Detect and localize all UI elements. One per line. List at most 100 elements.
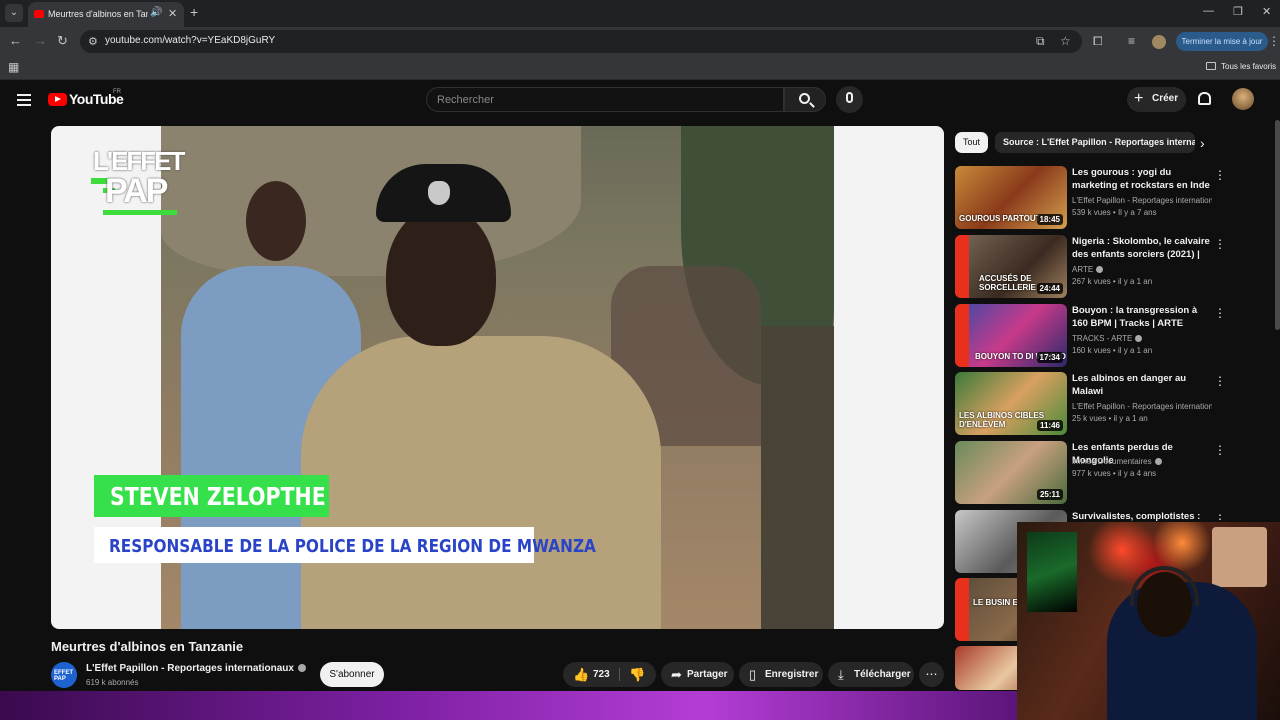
tab-close-icon[interactable]: ✕ bbox=[168, 7, 177, 20]
thumbs-up-icon[interactable]: 👍 bbox=[573, 662, 589, 687]
recommendation-title[interactable]: Les gourous : yogi du marketing et rocks… bbox=[1072, 166, 1210, 192]
tab-title: Meurtres d'albinos en Tanzanie bbox=[48, 9, 148, 19]
video-thumbnail[interactable]: 25:11 bbox=[955, 441, 1067, 504]
recommendation-channel-row[interactable]: imineo Documentaires bbox=[1072, 457, 1212, 466]
extensions-puzzle-icon[interactable]: ⧠ bbox=[1093, 34, 1103, 49]
reading-list-icon[interactable]: ≡ bbox=[1128, 34, 1135, 48]
video-title: Meurtres d'albinos en Tanzanie bbox=[51, 639, 244, 654]
update-browser-button[interactable]: Terminer la mise à jour bbox=[1176, 32, 1268, 51]
item-menu-icon[interactable]: ⋮ bbox=[1214, 374, 1226, 388]
recommendation-channel[interactable]: imineo Documentaires bbox=[1072, 457, 1152, 466]
recommendation-channel[interactable]: TRACKS - ARTE bbox=[1072, 334, 1132, 343]
subscribe-button[interactable]: S'abonner bbox=[320, 662, 384, 687]
recommendation-item[interactable]: LES ALBINOS CIBLES D'ENLÈVEM 11:46 Les a… bbox=[955, 372, 1226, 436]
video-thumbnail[interactable]: BOUYON TO DI WORLD 17:34 bbox=[955, 304, 1067, 367]
site-info-icon[interactable]: ⚙ bbox=[88, 35, 98, 48]
reload-icon[interactable]: ↻ bbox=[57, 34, 68, 48]
country-code: FR bbox=[113, 89, 121, 95]
like-divider bbox=[619, 668, 620, 681]
channel-name[interactable]: L'Effet Papillon - Reportages internatio… bbox=[86, 663, 294, 674]
install-app-icon[interactable]: ⧉ bbox=[1036, 34, 1045, 49]
browser-menu-icon[interactable]: ⋮ bbox=[1268, 34, 1280, 48]
voice-search-button[interactable] bbox=[836, 86, 863, 113]
url-text[interactable]: youtube.com/watch?v=YEaKD8jGuRY bbox=[105, 35, 275, 46]
address-bar[interactable]: ⚙ youtube.com/watch?v=YEaKD8jGuRY ⧉ ☆ bbox=[80, 30, 1082, 53]
all-bookmarks-link[interactable]: Tous les favoris bbox=[1221, 62, 1276, 71]
maximize-window-icon[interactable]: ❐ bbox=[1233, 5, 1243, 18]
recommendation-meta: 267 k vues • il y a 1 an bbox=[1072, 277, 1153, 286]
recommendation-title[interactable]: Bouyon : la transgression à 160 BPM | Tr… bbox=[1072, 304, 1210, 330]
video-thumbnail[interactable]: GOUROUS PARTOUT 18:45 bbox=[955, 166, 1067, 229]
apps-grid-icon[interactable]: ▦ bbox=[8, 60, 19, 74]
thumbs-down-icon[interactable]: 👎 bbox=[629, 662, 645, 687]
browser-toolbar: ← → ↻ ⚙ youtube.com/watch?v=YEaKD8jGuRY … bbox=[0, 27, 1280, 56]
verified-badge-icon bbox=[1154, 458, 1162, 465]
forward-arrow-icon[interactable]: → bbox=[34, 34, 47, 48]
page-scrollbar[interactable] bbox=[1275, 120, 1280, 330]
chevron-right-icon[interactable]: › bbox=[1200, 135, 1205, 151]
recommendation-channel[interactable]: ARTE bbox=[1072, 265, 1093, 274]
active-tab[interactable]: Meurtres d'albinos en Tanzanie 🔊 ✕ bbox=[28, 2, 184, 27]
bookmark-icon: ▯ bbox=[749, 667, 757, 682]
like-dislike-group: 👍 723 👎 bbox=[563, 662, 656, 687]
recommendation-item[interactable]: ACCUSÉS DE SORCELLERIE 24:44 Nigeria : S… bbox=[955, 235, 1226, 299]
guide-menu-icon[interactable] bbox=[17, 94, 31, 106]
save-button[interactable]: ▯ Enregistrer bbox=[739, 662, 823, 687]
item-menu-icon[interactable]: ⋮ bbox=[1214, 237, 1226, 251]
video-thumbnail[interactable]: ACCUSÉS DE SORCELLERIE 24:44 bbox=[955, 235, 1067, 298]
police-officer bbox=[301, 336, 661, 629]
recommendation-channel-row[interactable]: ARTE bbox=[1072, 265, 1212, 274]
search-input[interactable]: Rechercher bbox=[426, 87, 784, 112]
download-icon: ⤓ bbox=[838, 667, 844, 682]
recommendation-item[interactable]: 25:11 Les enfants perdus de Mongolie imi… bbox=[955, 441, 1226, 505]
microphone-icon bbox=[846, 92, 853, 103]
recommendation-item[interactable]: BOUYON TO DI WORLD 17:34 Bouyon : la tra… bbox=[955, 304, 1226, 368]
download-button[interactable]: ⤓ Télécharger bbox=[828, 662, 914, 687]
duration-badge: 11:46 bbox=[1036, 420, 1063, 431]
account-avatar[interactable] bbox=[1232, 88, 1254, 110]
arte-brand-strip bbox=[955, 304, 969, 367]
duration-badge: 25:11 bbox=[1036, 489, 1063, 500]
channel-name-link[interactable]: L'Effet Papillon - Reportages internatio… bbox=[86, 663, 306, 674]
minimize-window-icon[interactable]: — bbox=[1203, 5, 1214, 17]
logo-bottom-text: PAP bbox=[105, 172, 168, 210]
chip-source[interactable]: Source : L'Effet Papillon - Reportages i… bbox=[995, 132, 1195, 153]
item-menu-icon[interactable]: ⋮ bbox=[1214, 168, 1226, 182]
recommendation-channel-row[interactable]: TRACKS - ARTE bbox=[1072, 334, 1212, 343]
notifications-bell-icon[interactable] bbox=[1198, 92, 1211, 105]
bookmark-star-icon[interactable]: ☆ bbox=[1060, 34, 1071, 48]
duration-badge: 18:45 bbox=[1036, 214, 1063, 225]
item-menu-icon[interactable]: ⋮ bbox=[1214, 306, 1226, 320]
tab-search-button[interactable]: ⌄ bbox=[5, 4, 23, 22]
subscriber-count: 619 k abonnés bbox=[86, 678, 139, 687]
thatched-roof bbox=[161, 126, 581, 276]
duration-badge: 17:34 bbox=[1036, 352, 1063, 363]
like-count[interactable]: 723 bbox=[593, 662, 610, 687]
channel-avatar[interactable]: EFFET PAP bbox=[51, 662, 77, 688]
recommendation-channel[interactable]: L'Effet Papillon - Reportages internatio… bbox=[1072, 196, 1212, 205]
create-button[interactable]: + Créer bbox=[1127, 87, 1186, 112]
recommendation-chips: Tout Source : L'Effet Papillon - Reporta… bbox=[955, 132, 1225, 154]
video-player[interactable]: L'EFFET PAP STEVEN ZELOPTHE RESPONSABLE … bbox=[51, 126, 944, 629]
new-tab-plus-icon[interactable]: + bbox=[190, 4, 198, 20]
recommendation-title[interactable]: Nigeria : Skolombo, le calvaire des enfa… bbox=[1072, 235, 1210, 263]
share-button[interactable]: ➦ Partager bbox=[661, 662, 734, 687]
back-arrow-icon[interactable]: ← bbox=[9, 34, 22, 48]
lower-third-role: RESPONSABLE DE LA POLICE DE LA REGION DE… bbox=[94, 527, 596, 563]
close-window-icon[interactable]: ✕ bbox=[1262, 5, 1271, 18]
chip-all[interactable]: Tout bbox=[955, 132, 989, 153]
verified-badge-icon bbox=[297, 664, 306, 673]
channel-avatar-text: EFFET PAP bbox=[54, 670, 73, 682]
youtube-header: YouTube FR Rechercher + Créer bbox=[0, 80, 1280, 120]
item-menu-icon[interactable]: ⋮ bbox=[1214, 443, 1226, 457]
recommendation-channel[interactable]: L'Effet Papillon - Reportages internatio… bbox=[1072, 402, 1212, 411]
search-button[interactable] bbox=[784, 87, 826, 112]
audio-playing-icon[interactable]: 🔊 bbox=[150, 7, 162, 18]
search-placeholder: Rechercher bbox=[437, 94, 494, 106]
more-actions-icon[interactable]: ⋯ bbox=[919, 662, 944, 687]
video-thumbnail[interactable]: LES ALBINOS CIBLES D'ENLÈVEM 11:46 bbox=[955, 372, 1067, 435]
recommendation-title[interactable]: Les albinos en danger au Malawi bbox=[1072, 372, 1210, 398]
youtube-logo-icon[interactable] bbox=[48, 93, 67, 106]
browser-profile-avatar[interactable] bbox=[1152, 35, 1166, 49]
recommendation-item[interactable]: GOUROUS PARTOUT 18:45 Les gourous : yogi… bbox=[955, 166, 1226, 230]
